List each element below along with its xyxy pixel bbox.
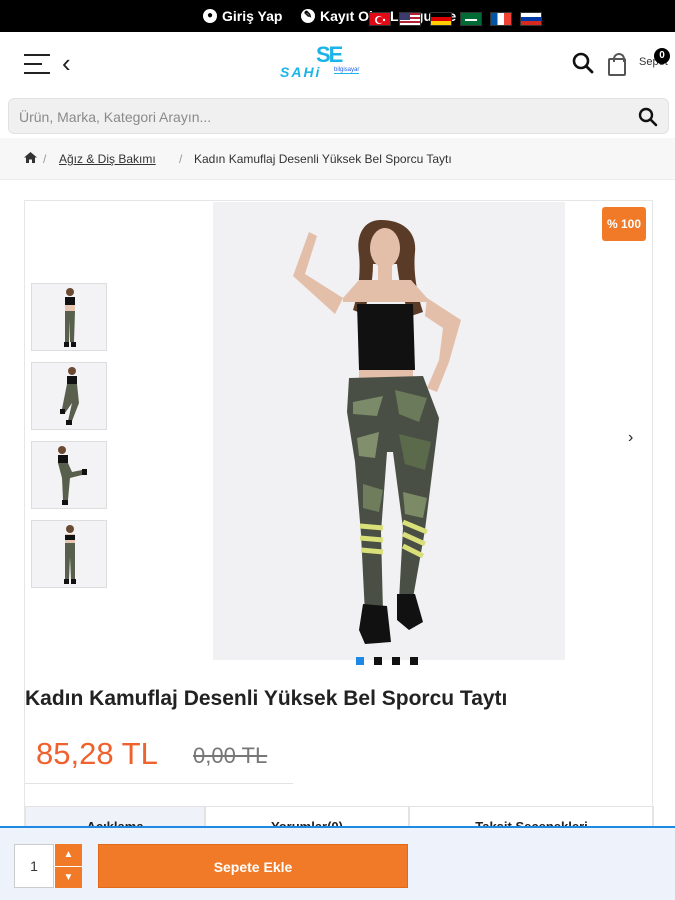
menu-icon[interactable]	[24, 54, 50, 81]
add-to-cart-bar: ▲ ▼ Sepete Ekle	[0, 826, 675, 900]
chevron-right-icon[interactable]: ›	[628, 429, 633, 447]
flag-sa-icon[interactable]	[460, 12, 482, 26]
quantity-input[interactable]	[14, 844, 54, 888]
pagination-dot[interactable]	[356, 657, 364, 665]
product-price: 85,28 TL	[36, 736, 158, 771]
breadcrumb-category-link[interactable]: Ağız & Diş Bakımı	[59, 152, 156, 166]
product-thumbnail[interactable]	[31, 283, 107, 351]
edit-icon: ✎	[301, 9, 315, 23]
pagination-dot[interactable]	[392, 657, 400, 665]
product-thumbnail[interactable]	[31, 362, 107, 430]
chevron-up-icon[interactable]: ▲	[54, 844, 82, 866]
flag-us-icon[interactable]	[399, 12, 421, 26]
search-icon[interactable]	[572, 52, 594, 74]
login-link[interactable]: ● Giriş Yap	[203, 8, 282, 24]
image-pagination	[356, 657, 418, 665]
top-bar: ● Giriş Yap ✎ Kayıt Ol Language	[0, 0, 675, 32]
flag-tr-icon[interactable]	[369, 12, 391, 26]
breadcrumb: / Ağız & Diş Bakımı / Kadın Kamuflaj Des…	[0, 138, 675, 180]
product-thumbnail[interactable]	[31, 520, 107, 588]
add-to-cart-button[interactable]: Sepete Ekle	[98, 844, 408, 888]
back-icon[interactable]: ‹	[62, 50, 71, 76]
product-card: % 100 › Kadın Kamuflaj Desenli Yüksek Be…	[24, 200, 654, 846]
flag-de-icon[interactable]	[430, 12, 452, 26]
flag-fr-icon[interactable]	[490, 12, 512, 26]
logo-sub: bilgisayar	[334, 67, 360, 74]
register-label: Kayıt Ol	[320, 8, 373, 24]
logo-text: SAHi	[280, 64, 322, 80]
cart-button[interactable]: Sepet 0	[606, 48, 675, 80]
flag-ru-icon[interactable]	[520, 12, 542, 26]
product-main-image[interactable]	[213, 202, 565, 660]
user-icon: ●	[203, 9, 217, 23]
home-icon[interactable]	[24, 152, 37, 166]
breadcrumb-separator: /	[179, 152, 183, 166]
price-divider	[25, 783, 293, 784]
search-bar	[8, 98, 669, 134]
product-title: Kadın Kamuflaj Desenli Yüksek Bel Sporcu…	[25, 687, 508, 710]
shopping-bag-icon	[608, 53, 626, 76]
login-label: Giriş Yap	[222, 8, 283, 24]
search-input[interactable]	[19, 107, 619, 127]
pagination-dot[interactable]	[374, 657, 382, 665]
search-button-icon[interactable]	[638, 107, 658, 127]
cart-count-badge: 0	[654, 48, 670, 64]
logo[interactable]: SE SAHi bilgisayar	[278, 42, 378, 82]
discount-badge: % 100	[602, 207, 646, 241]
breadcrumb-current: Kadın Kamuflaj Desenli Yüksek Bel Sporcu…	[194, 152, 452, 166]
product-thumbnail[interactable]	[31, 441, 107, 509]
product-old-price: 0,00 TL	[193, 743, 268, 768]
register-link[interactable]: ✎ Kayıt Ol	[301, 8, 373, 24]
chevron-down-icon[interactable]: ▼	[54, 866, 82, 888]
pagination-dot[interactable]	[410, 657, 418, 665]
breadcrumb-separator: /	[43, 152, 47, 166]
